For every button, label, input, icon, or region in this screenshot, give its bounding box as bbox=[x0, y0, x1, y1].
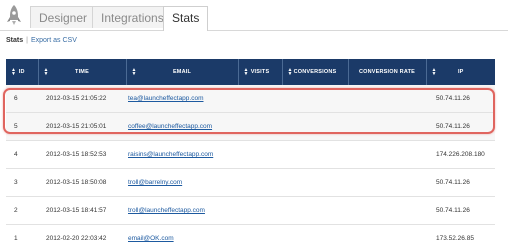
cell-id: 4 bbox=[6, 140, 38, 169]
cell-email: coffee@launcheffectapp.com bbox=[126, 112, 238, 141]
subnav-separator: | bbox=[26, 37, 28, 44]
column-header-ip[interactable]: ▲ ▼ IP bbox=[426, 59, 495, 85]
export-csv-link[interactable]: Export as CSV bbox=[31, 37, 77, 44]
cell-email: raisins@launcheffectapp.com bbox=[126, 140, 238, 169]
cell-visits bbox=[238, 196, 282, 225]
cell-conversions bbox=[282, 140, 348, 169]
cell-email: tea@launcheffectapp.com bbox=[126, 85, 238, 113]
cell-conversions bbox=[282, 112, 348, 141]
cell-ip: 50.74.11.26 bbox=[426, 85, 495, 113]
cell-time: 2012-03-15 21:05:22 bbox=[38, 85, 126, 113]
cell-time: 2012-03-15 21:05:01 bbox=[38, 112, 126, 141]
sort-arrows-icon: ▲ ▼ bbox=[43, 67, 49, 77]
table-header-row: ▲ ▼ ID ▲ ▼ TIME ▲ ▼ EMAIL ▲ ▼ VISITS ▲ ▼ CONVERSIO… bbox=[6, 59, 495, 85]
cell-visits bbox=[238, 112, 282, 141]
email-link[interactable]: coffee@launcheffectapp.com bbox=[128, 123, 212, 130]
sort-arrows-icon: ▲ ▼ bbox=[243, 67, 249, 77]
table-row: 2 2012-03-15 18:41:57 troll@launcheffect… bbox=[6, 196, 495, 225]
column-header-id[interactable]: ▲ ▼ ID bbox=[6, 59, 39, 85]
cell-visits bbox=[238, 85, 282, 113]
cell-id: 5 bbox=[6, 112, 38, 141]
cell-conversions bbox=[282, 85, 348, 113]
cell-id: 1 bbox=[6, 224, 38, 243]
stats-table: ▲ ▼ ID ▲ ▼ TIME ▲ ▼ EMAIL ▲ ▼ VISITS ▲ ▼ CONVERSIO… bbox=[6, 59, 495, 243]
table-row: 1 2012-02-20 22:03:42 email@OK.com 173.5… bbox=[6, 224, 495, 243]
email-link[interactable]: tea@launcheffectapp.com bbox=[128, 95, 204, 102]
cell-conversions bbox=[282, 168, 348, 197]
column-header-conversion-rate[interactable]: CONVERSION RATE bbox=[348, 59, 427, 85]
cell-visits bbox=[238, 168, 282, 197]
cell-time: 2012-02-20 22:03:42 bbox=[38, 224, 126, 243]
cell-time: 2012-03-15 18:41:57 bbox=[38, 196, 126, 225]
stats-page: Designer Integrations Stats Stats | Export… bbox=[0, 0, 508, 243]
email-link[interactable]: troll@launcheffectapp.com bbox=[128, 207, 205, 214]
cell-conversions bbox=[282, 196, 348, 225]
cell-email: troll@launcheffectapp.com bbox=[126, 196, 238, 225]
cell-conversion-rate bbox=[348, 112, 426, 141]
cell-time: 2012-03-15 18:52:53 bbox=[38, 140, 126, 169]
table-row: 4 2012-03-15 18:52:53 raisins@launcheffe… bbox=[6, 140, 495, 169]
cell-time: 2012-03-15 18:50:08 bbox=[38, 168, 126, 197]
email-link[interactable]: email@OK.com bbox=[128, 235, 174, 242]
table-row: 3 2012-03-15 18:50:08 troll@barrelny.com… bbox=[6, 168, 495, 197]
subnav-current: Stats bbox=[6, 37, 24, 44]
cell-conversion-rate bbox=[348, 85, 426, 113]
sort-arrows-icon: ▲ ▼ bbox=[11, 67, 17, 77]
sort-arrows-icon: ▲ ▼ bbox=[431, 67, 437, 77]
table-row: 5 2012-03-15 21:05:01 coffee@launcheffec… bbox=[6, 112, 495, 141]
column-header-time[interactable]: ▲ ▼ TIME bbox=[38, 59, 127, 85]
cell-ip: 50.74.11.26 bbox=[426, 112, 495, 141]
cell-ip: 173.52.26.85 bbox=[426, 224, 495, 243]
top-tab-bar: Designer Integrations Stats bbox=[0, 0, 508, 31]
cell-email: email@OK.com bbox=[126, 224, 238, 243]
stats-subnav: Stats | Export as CSV bbox=[6, 37, 77, 44]
sort-arrows-icon: ▲ ▼ bbox=[287, 67, 293, 77]
cell-id: 6 bbox=[6, 85, 38, 113]
sort-arrows-icon: ▲ ▼ bbox=[131, 67, 137, 77]
rocket-logo-icon bbox=[6, 4, 22, 26]
column-header-email[interactable]: ▲ ▼ EMAIL bbox=[126, 59, 239, 85]
cell-conversions bbox=[282, 224, 348, 243]
tab-designer[interactable]: Designer bbox=[30, 6, 97, 28]
cell-conversion-rate bbox=[348, 224, 426, 243]
table-row: 6 2012-03-15 21:05:22 tea@launcheffectap… bbox=[6, 85, 495, 113]
email-link[interactable]: raisins@launcheffectapp.com bbox=[128, 151, 213, 158]
cell-ip: 50.74.11.26 bbox=[426, 168, 495, 197]
tab-integrations[interactable]: Integrations bbox=[92, 6, 173, 28]
cell-email: troll@barrelny.com bbox=[126, 168, 238, 197]
cell-visits bbox=[238, 140, 282, 169]
cell-ip: 50.74.11.26 bbox=[426, 196, 495, 225]
cell-visits bbox=[238, 224, 282, 243]
cell-conversion-rate bbox=[348, 140, 426, 169]
cell-ip: 174.226.208.180 bbox=[426, 140, 495, 169]
cell-id: 2 bbox=[6, 196, 38, 225]
column-header-visits[interactable]: ▲ ▼ VISITS bbox=[238, 59, 283, 85]
cell-conversion-rate bbox=[348, 196, 426, 225]
cell-conversion-rate bbox=[348, 168, 426, 197]
column-header-conversions[interactable]: ▲ ▼ CONVERSIONS bbox=[282, 59, 349, 85]
email-link[interactable]: troll@barrelny.com bbox=[128, 179, 182, 186]
tab-stats[interactable]: Stats bbox=[163, 6, 209, 31]
cell-id: 3 bbox=[6, 168, 38, 197]
